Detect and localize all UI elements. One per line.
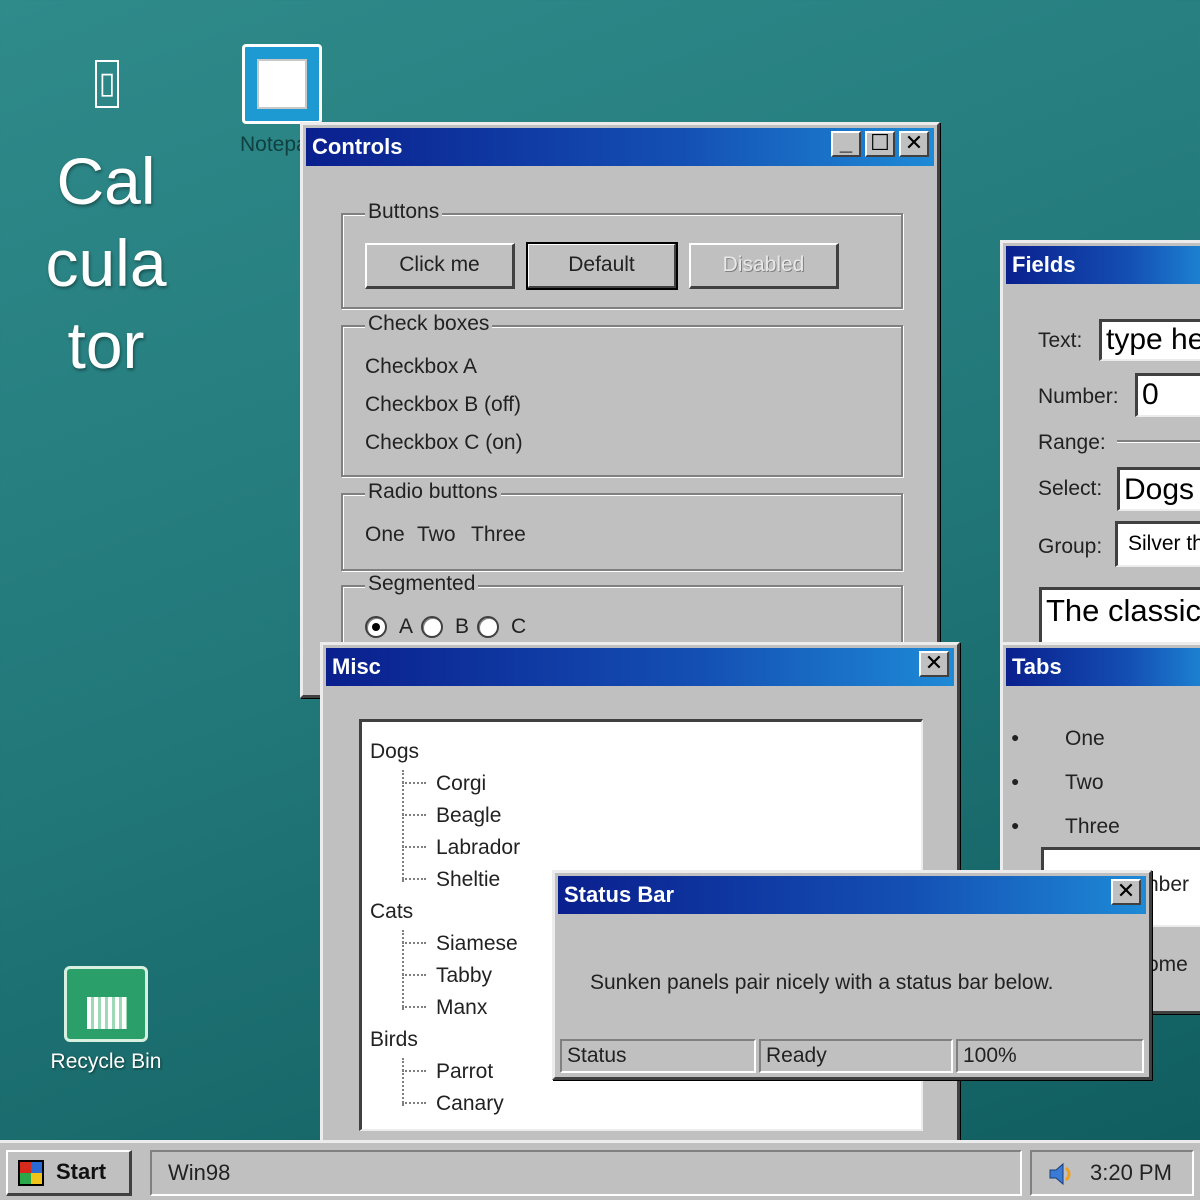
- radio-legend: Radio buttons: [365, 480, 501, 504]
- tab-bullet: ●: [1011, 773, 1020, 789]
- segmented-legend: Segmented: [365, 572, 479, 596]
- status-cell-zoom: 100%: [956, 1039, 1144, 1073]
- fields-window: Fields Text: type here Number: 0 Range: …: [1000, 240, 1200, 670]
- disabled-button: Disabled: [689, 243, 839, 289]
- clock[interactable]: 3:20 PM: [1090, 1152, 1172, 1194]
- tabs-titlebar[interactable]: Tabs: [1006, 648, 1200, 686]
- segment-b-label[interactable]: B: [455, 615, 469, 639]
- tree-node-dogs[interactable]: Dogs: [370, 740, 419, 764]
- select-dropdown[interactable]: Dogs: [1117, 467, 1200, 511]
- checkboxes-group: Check boxes Checkbox A Checkbox B (off) …: [341, 312, 903, 477]
- segment-a-radio[interactable]: [365, 616, 387, 638]
- close-button[interactable]: ✕: [919, 651, 949, 677]
- tab-one[interactable]: One: [1065, 727, 1105, 751]
- group-field-label: Group:: [1038, 535, 1103, 558]
- text-field-label: Text:: [1038, 329, 1083, 352]
- text-input[interactable]: type here: [1099, 319, 1200, 361]
- tree-node-tabby[interactable]: Tabby: [436, 964, 492, 988]
- tab-panel-text: nber: [1147, 873, 1190, 896]
- start-label: Start: [56, 1159, 107, 1184]
- fields-titlebar[interactable]: Fields: [1006, 246, 1200, 284]
- tree-node-birds[interactable]: Birds: [370, 1028, 418, 1052]
- taskbar-item-win98[interactable]: Win98: [150, 1150, 1022, 1196]
- segment-c-radio[interactable]: [477, 616, 499, 638]
- calculator-icon[interactable]: ▯: [95, 60, 119, 108]
- calculator-label[interactable]: Cal cula tor: [20, 140, 192, 386]
- range-slider[interactable]: [1117, 440, 1200, 443]
- radio-one[interactable]: One: [365, 523, 405, 547]
- tab-two[interactable]: Two: [1065, 771, 1104, 795]
- number-input[interactable]: 0: [1135, 373, 1200, 417]
- maximize-button[interactable]: ☐: [865, 131, 895, 157]
- speaker-icon[interactable]: [1048, 1162, 1074, 1186]
- tree-node-corgi[interactable]: Corgi: [436, 772, 486, 796]
- tabs-title: Tabs: [1012, 654, 1062, 679]
- number-field-label: Number:: [1038, 385, 1119, 408]
- notepad-icon[interactable]: [242, 44, 322, 124]
- recycle-bin-label[interactable]: Recycle Bin: [30, 1050, 182, 1074]
- tree-node-manx[interactable]: Manx: [436, 996, 487, 1020]
- segment-a-label[interactable]: A: [399, 615, 413, 639]
- tab-three[interactable]: Three: [1065, 815, 1120, 839]
- tree-node-cats[interactable]: Cats: [370, 900, 413, 924]
- status-cell-status: Status: [560, 1039, 756, 1073]
- status-message: Sunken panels pair nicely with a status …: [590, 971, 1054, 994]
- checkboxes-legend: Check boxes: [365, 312, 493, 336]
- windows-logo-icon: [18, 1160, 44, 1186]
- segment-b-radio[interactable]: [421, 616, 443, 638]
- select-field-label: Select:: [1038, 477, 1103, 500]
- checkbox-a[interactable]: Checkbox A: [365, 355, 477, 379]
- status-bar-title: Status Bar: [564, 882, 675, 907]
- close-button[interactable]: ✕: [1111, 879, 1141, 905]
- controls-window: Controls _ ☐ ✕ Buttons Click me Default …: [300, 122, 940, 698]
- controls-title: Controls: [312, 134, 403, 159]
- tree-node-beagle[interactable]: Beagle: [436, 804, 501, 828]
- group-select[interactable]: Silver the: [1115, 521, 1200, 567]
- start-button[interactable]: Start: [6, 1150, 132, 1196]
- textarea[interactable]: The classic: [1039, 587, 1200, 647]
- tree-node-parrot[interactable]: Parrot: [436, 1060, 493, 1084]
- misc-titlebar[interactable]: Misc: [326, 648, 954, 686]
- radio-three[interactable]: Three: [471, 523, 526, 547]
- buttons-legend: Buttons: [365, 200, 443, 224]
- recycle-bin-icon[interactable]: [64, 966, 148, 1042]
- click-me-button[interactable]: Click me: [365, 243, 515, 289]
- system-tray: 3:20 PM: [1030, 1150, 1194, 1196]
- tree-node-siamese[interactable]: Siamese: [436, 932, 518, 956]
- range-field-label: Range:: [1038, 431, 1106, 454]
- default-button[interactable]: Default: [526, 242, 678, 290]
- segment-c-label[interactable]: C: [511, 615, 526, 639]
- status-cell-ready: Ready: [759, 1039, 953, 1073]
- tree-node-labrador[interactable]: Labrador: [436, 836, 520, 860]
- tab-panel-text-2: ome: [1147, 953, 1188, 976]
- taskbar: Start Win98 3:20 PM: [0, 1140, 1200, 1200]
- tab-bullet: ●: [1011, 817, 1020, 833]
- close-button[interactable]: ✕: [899, 131, 929, 157]
- tab-bullet: ●: [1011, 729, 1020, 745]
- checkbox-c[interactable]: Checkbox C (on): [365, 431, 523, 455]
- tree-node-sheltie[interactable]: Sheltie: [436, 868, 500, 892]
- misc-title: Misc: [332, 654, 381, 679]
- radio-group: Radio buttons One Two Three: [341, 480, 903, 571]
- buttons-group: Buttons Click me Default Disabled: [341, 200, 903, 309]
- checkbox-b[interactable]: Checkbox B (off): [365, 393, 521, 417]
- fields-title: Fields: [1012, 252, 1076, 277]
- status-bar-titlebar[interactable]: Status Bar: [558, 876, 1146, 914]
- radio-two[interactable]: Two: [417, 523, 456, 547]
- minimize-button[interactable]: _: [831, 131, 861, 157]
- tree-node-canary[interactable]: Canary: [436, 1092, 504, 1116]
